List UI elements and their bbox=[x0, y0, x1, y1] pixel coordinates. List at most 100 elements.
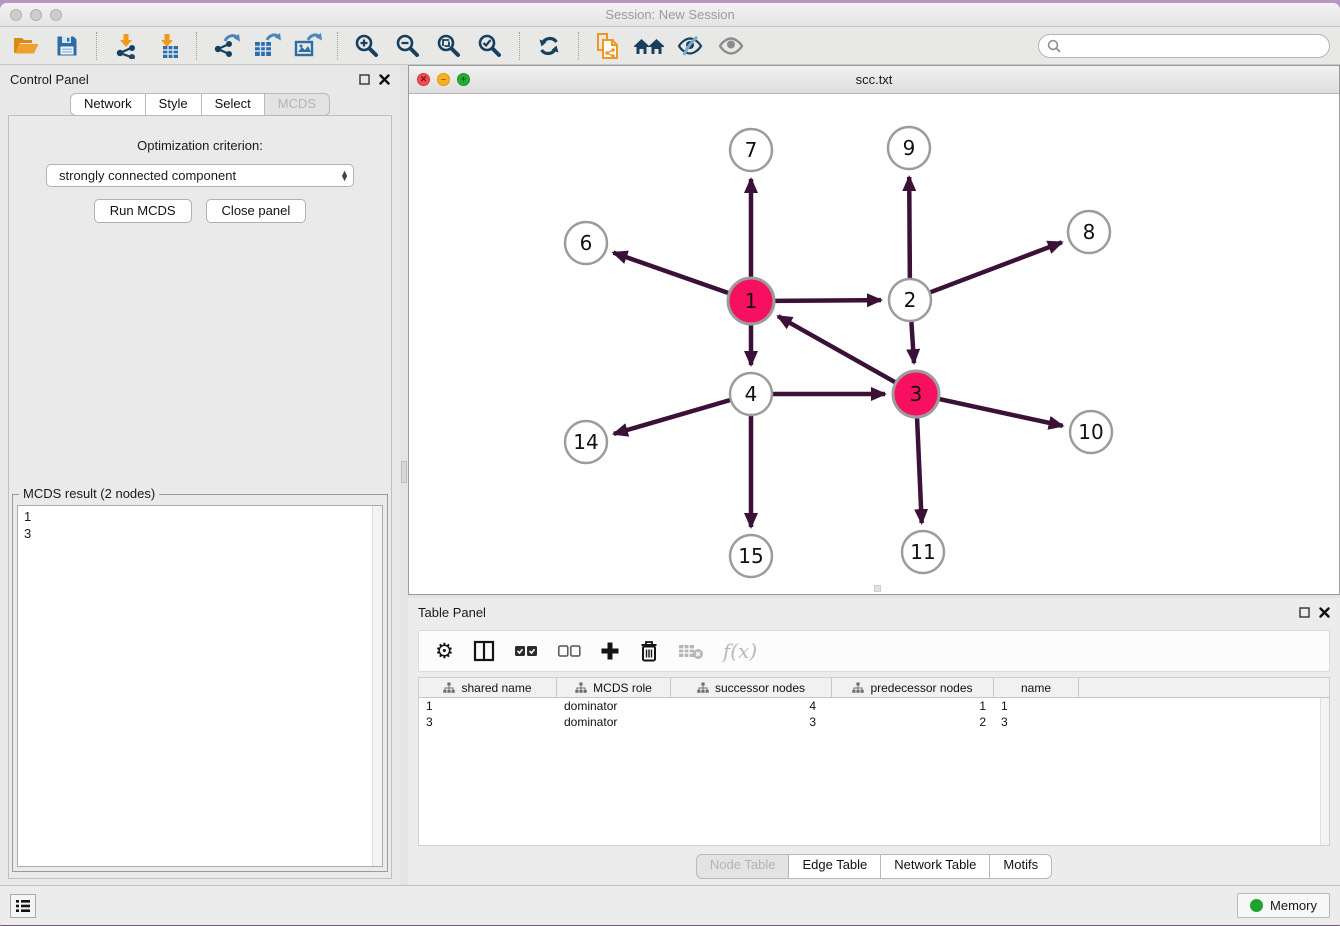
cell-shared-name[interactable]: 3 bbox=[419, 715, 557, 729]
tab-network-table[interactable]: Network Table bbox=[880, 854, 990, 879]
column-header-shared-name[interactable]: shared name bbox=[419, 678, 557, 697]
search-field[interactable] bbox=[1038, 34, 1330, 58]
graph-node-6[interactable]: 6 bbox=[565, 222, 607, 264]
edge-2-8[interactable] bbox=[931, 242, 1062, 292]
export-table-icon[interactable] bbox=[251, 31, 283, 61]
memory-button[interactable]: Memory bbox=[1237, 893, 1330, 918]
mcds-result-group: MCDS result (2 nodes) 1 3 bbox=[12, 494, 388, 872]
close-table-panel-icon[interactable] bbox=[1319, 607, 1330, 618]
control-panel-title: Control Panel bbox=[10, 72, 89, 87]
graph-node-1-dominator[interactable]: 1 bbox=[728, 278, 774, 324]
zoom-fit-icon[interactable] bbox=[433, 31, 465, 61]
graph-node-9[interactable]: 9 bbox=[888, 127, 930, 169]
unselect-all-icon[interactable] bbox=[557, 644, 581, 658]
node-table[interactable]: shared nameMCDS rolesuccessor nodesprede… bbox=[418, 677, 1330, 846]
zoom-window-button[interactable] bbox=[50, 9, 62, 21]
panel-splitter[interactable] bbox=[400, 65, 408, 885]
graph-node-14[interactable]: 14 bbox=[565, 421, 607, 463]
splitter-grip[interactable] bbox=[401, 461, 407, 483]
cell-successor-nodes[interactable]: 4 bbox=[671, 699, 832, 713]
column-header-successor-nodes[interactable]: successor nodes bbox=[671, 678, 832, 697]
graph-node-4[interactable]: 4 bbox=[730, 373, 772, 415]
tab-mcds[interactable]: MCDS bbox=[264, 93, 330, 116]
graph-node-8[interactable]: 8 bbox=[1068, 211, 1110, 253]
mcds-result-box[interactable]: 1 3 bbox=[17, 505, 383, 867]
run-mcds-button[interactable]: Run MCDS bbox=[94, 199, 192, 223]
zoom-selected-icon[interactable] bbox=[474, 31, 506, 61]
network-maximize-icon[interactable]: + bbox=[457, 73, 470, 86]
cell-name[interactable]: 3 bbox=[994, 715, 1079, 729]
edge-2-3[interactable] bbox=[911, 322, 914, 363]
cell-MCDS-role[interactable]: dominator bbox=[557, 715, 671, 729]
column-header-MCDS-role[interactable]: MCDS role bbox=[557, 678, 671, 697]
gear-icon[interactable]: ⚙ bbox=[435, 641, 454, 662]
table-scrollbar[interactable] bbox=[1320, 698, 1329, 845]
cell-predecessor-nodes[interactable]: 2 bbox=[832, 715, 994, 729]
edge-1-2[interactable] bbox=[775, 300, 881, 301]
mcds-result-title: MCDS result (2 nodes) bbox=[19, 486, 159, 501]
edge-4-14[interactable] bbox=[614, 400, 730, 434]
network-close-icon[interactable]: ✕ bbox=[417, 73, 430, 86]
cell-name[interactable]: 1 bbox=[994, 699, 1079, 713]
table-row[interactable]: 3dominator323 bbox=[419, 714, 1329, 730]
graph-node-2[interactable]: 2 bbox=[889, 279, 931, 321]
float-table-panel-icon[interactable] bbox=[1299, 607, 1310, 618]
graph-node-15[interactable]: 15 bbox=[730, 535, 772, 577]
edge-3-1[interactable] bbox=[778, 316, 895, 382]
cell-MCDS-role[interactable]: dominator bbox=[557, 699, 671, 713]
tab-motifs[interactable]: Motifs bbox=[989, 854, 1052, 879]
network-canvas[interactable]: 7 9 6 8 1 2 4 3 14 10 15 11 bbox=[409, 94, 1339, 594]
search-input[interactable] bbox=[1066, 38, 1321, 53]
show-all-icon[interactable] bbox=[715, 31, 747, 61]
column-view-icon[interactable] bbox=[473, 640, 495, 662]
network-minimize-icon[interactable]: – bbox=[437, 73, 450, 86]
column-header-name[interactable]: name bbox=[994, 678, 1079, 697]
cell-successor-nodes[interactable]: 3 bbox=[671, 715, 832, 729]
select-all-icon[interactable] bbox=[514, 644, 538, 658]
table-row[interactable]: 1dominator411 bbox=[419, 698, 1329, 714]
minimize-window-button[interactable] bbox=[30, 9, 42, 21]
edge-2-9[interactable] bbox=[909, 177, 910, 278]
graph-node-11[interactable]: 11 bbox=[902, 531, 944, 573]
home-views-icon[interactable] bbox=[633, 31, 665, 61]
export-network-icon[interactable] bbox=[210, 31, 242, 61]
criterion-dropdown[interactable]: strongly connected component ▲▼ bbox=[46, 164, 354, 187]
close-window-button[interactable] bbox=[10, 9, 22, 21]
zoom-out-icon[interactable] bbox=[392, 31, 424, 61]
close-panel-button[interactable]: Close panel bbox=[206, 199, 307, 223]
float-panel-icon[interactable] bbox=[359, 74, 370, 85]
window-controls[interactable] bbox=[10, 9, 62, 21]
hide-selected-icon[interactable] bbox=[674, 31, 706, 61]
refresh-layout-icon[interactable] bbox=[533, 31, 565, 61]
add-column-icon[interactable] bbox=[600, 641, 620, 661]
import-table-icon[interactable] bbox=[151, 31, 183, 61]
tab-node-table[interactable]: Node Table bbox=[696, 854, 790, 879]
clone-network-icon[interactable] bbox=[592, 31, 624, 61]
import-network-icon[interactable] bbox=[110, 31, 142, 61]
graph-node-3-dominator[interactable]: 3 bbox=[893, 371, 939, 417]
edge-3-10[interactable] bbox=[939, 399, 1062, 426]
task-history-button[interactable] bbox=[10, 894, 36, 918]
save-session-icon[interactable] bbox=[51, 31, 83, 61]
open-session-icon[interactable] bbox=[10, 31, 42, 61]
tree-sort-icon bbox=[575, 682, 587, 694]
result-scrollbar[interactable] bbox=[372, 506, 382, 866]
tab-network[interactable]: Network bbox=[70, 93, 146, 116]
edge-1-6[interactable] bbox=[613, 253, 728, 293]
edge-3-11[interactable] bbox=[917, 418, 922, 523]
graph-node-7[interactable]: 7 bbox=[730, 129, 772, 171]
tab-style[interactable]: Style bbox=[145, 93, 202, 116]
graph-node-10[interactable]: 10 bbox=[1070, 411, 1112, 453]
delete-column-icon[interactable] bbox=[639, 640, 659, 662]
close-panel-icon[interactable] bbox=[379, 74, 390, 85]
export-image-icon[interactable] bbox=[292, 31, 324, 61]
column-header-predecessor-nodes[interactable]: predecessor nodes bbox=[832, 678, 994, 697]
network-graph[interactable]: 7 9 6 8 1 2 4 3 14 10 15 11 bbox=[409, 94, 1339, 594]
tab-edge-table[interactable]: Edge Table bbox=[788, 854, 881, 879]
cell-shared-name[interactable]: 1 bbox=[419, 699, 557, 713]
cell-predecessor-nodes[interactable]: 1 bbox=[832, 699, 994, 713]
canvas-resize-grip[interactable] bbox=[874, 585, 881, 592]
tab-select[interactable]: Select bbox=[201, 93, 265, 116]
zoom-in-icon[interactable] bbox=[351, 31, 383, 61]
svg-text:11: 11 bbox=[910, 540, 935, 564]
